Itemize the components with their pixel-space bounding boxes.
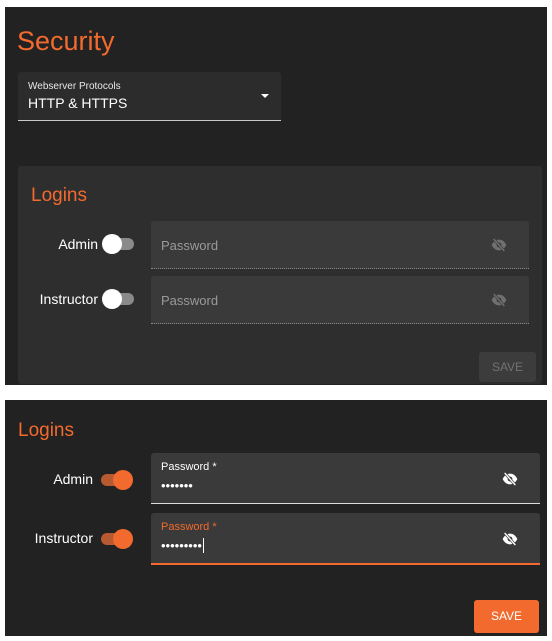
password-value: ••••••••• — [161, 538, 204, 553]
visibility-off-icon[interactable] — [499, 531, 521, 547]
admin-label: Admin — [53, 471, 93, 487]
password-label: Password * — [161, 521, 217, 533]
save-button[interactable]: SAVE — [479, 352, 536, 382]
logins-title: Logins — [18, 420, 74, 441]
webserver-protocols-select[interactable]: Webserver Protocols HTTP & HTTPS — [18, 72, 281, 121]
security-panel: Security Webserver Protocols HTTP & HTTP… — [5, 7, 547, 385]
instructor-label: Instructor — [34, 530, 93, 546]
toggle-thumb — [113, 470, 133, 490]
dropdown-arrow-icon — [261, 94, 269, 98]
admin-password-field[interactable]: Password * ••••••• — [151, 453, 540, 504]
page-title: Security — [17, 26, 115, 56]
visibility-off-icon[interactable] — [499, 471, 521, 487]
password-value: ••••••• — [161, 478, 193, 493]
logins-panel-enabled: Logins Admin Password * ••••••• Instruct… — [5, 400, 547, 636]
instructor-label: Instructor — [39, 291, 98, 307]
toggle-thumb — [102, 234, 122, 254]
password-text: ••••••••• — [161, 538, 202, 553]
logins-title: Logins — [31, 185, 87, 206]
select-value: HTTP & HTTPS — [28, 95, 128, 111]
select-label: Webserver Protocols — [28, 81, 121, 92]
save-button[interactable]: SAVE — [474, 600, 539, 633]
toggle-thumb — [113, 529, 133, 549]
password-placeholder: Password — [161, 293, 219, 308]
admin-password-field[interactable]: Password — [151, 221, 529, 269]
instructor-password-field[interactable]: Password — [151, 276, 529, 324]
instructor-password-field[interactable]: Password * ••••••••• — [151, 513, 540, 565]
text-caret — [202, 538, 204, 553]
instructor-toggle[interactable] — [99, 529, 133, 549]
admin-toggle[interactable] — [99, 470, 133, 490]
toggle-thumb — [102, 289, 122, 309]
admin-label: Admin — [58, 236, 98, 252]
admin-toggle[interactable] — [102, 234, 136, 254]
password-placeholder: Password — [161, 238, 219, 253]
visibility-off-icon[interactable] — [488, 292, 510, 308]
password-label: Password * — [161, 461, 217, 473]
logins-card: Logins Admin Password Instructor Passwor… — [18, 166, 542, 384]
instructor-toggle[interactable] — [102, 289, 136, 309]
visibility-off-icon[interactable] — [488, 237, 510, 253]
